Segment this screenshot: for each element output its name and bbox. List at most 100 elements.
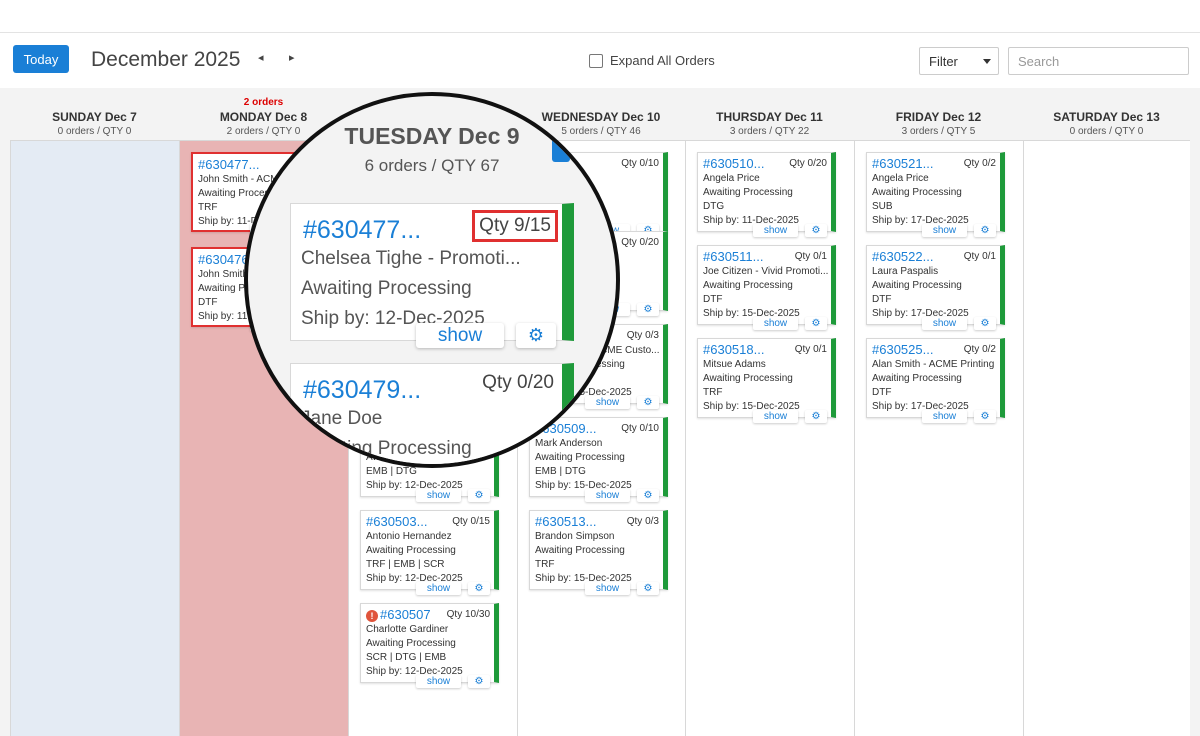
- zoom-order-card[interactable]: #630479... Qty 0/20 Jane Doe Awaiting Pr…: [290, 363, 574, 464]
- order-card[interactable]: #630513... Qty 0/3 Brandon Simpson Awaiting…: [529, 510, 668, 595]
- order-status: Awaiting Processing: [703, 280, 793, 291]
- gear-icon[interactable]: ⚙: [805, 317, 827, 330]
- decoration-methods: DTF: [703, 294, 723, 305]
- caret-down-icon: [983, 59, 991, 64]
- decoration-methods: DTF: [872, 387, 892, 398]
- show-button[interactable]: show: [585, 582, 630, 595]
- gear-icon[interactable]: ⚙: [974, 410, 996, 423]
- order-qty: Qty 0/2: [963, 158, 996, 169]
- order-number[interactable]: #630479...: [303, 376, 421, 405]
- day-name: SATURDAY Dec 13: [1053, 110, 1160, 124]
- show-button[interactable]: show: [416, 675, 461, 688]
- show-button[interactable]: show: [585, 489, 630, 502]
- order-number[interactable]: #630525...: [872, 342, 933, 357]
- next-arrow-icon[interactable]: ▸: [289, 51, 295, 64]
- day-name: WEDNESDAY Dec 10: [541, 110, 661, 124]
- decoration-methods: SCR | DTG | EMB: [366, 652, 447, 663]
- order-status: Awaiting Processing: [872, 373, 962, 384]
- day-name: THURSDAY Dec 11: [716, 110, 823, 124]
- today-button[interactable]: Today: [13, 45, 69, 73]
- day-header: THURSDAY Dec 11 3 orders / QTY 22: [685, 88, 854, 140]
- gear-icon[interactable]: ⚙: [516, 323, 556, 348]
- alert-icon: !: [366, 610, 378, 622]
- decoration-methods: EMB | DTG: [366, 466, 417, 477]
- gear-icon[interactable]: ⚙: [805, 410, 827, 423]
- filter-select[interactable]: Filter: [919, 47, 999, 75]
- order-card[interactable]: #630510... Qty 0/20 Angela Price Awaiting P…: [697, 152, 836, 237]
- day-column: [1023, 140, 1190, 736]
- order-status: Awaiting Processing: [872, 280, 962, 291]
- gear-icon[interactable]: ⚙: [637, 303, 659, 316]
- decoration-methods: TRF: [535, 559, 555, 570]
- search-input[interactable]: Search: [1008, 47, 1189, 75]
- order-qty: Qty 0/15: [452, 516, 490, 527]
- gear-icon[interactable]: ⚙: [637, 489, 659, 502]
- top-strip: [0, 0, 1200, 33]
- show-button[interactable]: show: [585, 396, 630, 409]
- customer-name: Brandon Simpson: [535, 531, 615, 542]
- day-header: FRIDAY Dec 12 3 orders / QTY 5: [854, 88, 1023, 140]
- customer-name: Angela Price: [872, 173, 929, 184]
- order-number[interactable]: #630510...: [703, 156, 764, 171]
- order-card[interactable]: #630522... Qty 0/1 Laura Paspalis Awaiting …: [866, 245, 1005, 330]
- gear-icon[interactable]: ⚙: [637, 582, 659, 595]
- order-status: Awaiting Processing: [366, 638, 456, 649]
- show-button[interactable]: show: [416, 582, 461, 595]
- show-button[interactable]: show: [922, 410, 967, 423]
- order-number[interactable]: #630518...: [703, 342, 764, 357]
- order-number[interactable]: #630521...: [872, 156, 933, 171]
- calendar-week: SUNDAY Dec 7 0 orders / QTY 0 2 orders MOND…: [0, 88, 1200, 736]
- order-number[interactable]: #630503...: [366, 514, 427, 529]
- order-number[interactable]: #630513...: [535, 514, 596, 529]
- order-status: Awaiting Processing: [872, 187, 962, 198]
- expand-all-checkbox[interactable]: [589, 53, 603, 68]
- day-name: SUNDAY Dec 7: [52, 110, 137, 124]
- order-card[interactable]: #630521... Qty 0/2 Angela Price Awaiting Pr…: [866, 152, 1005, 237]
- customer-name: Antonio Hernandez: [366, 531, 452, 542]
- gear-icon[interactable]: ⚙: [974, 224, 996, 237]
- show-button[interactable]: show: [753, 224, 798, 237]
- decoration-methods: TRF | EMB | SCR: [366, 559, 445, 570]
- order-number[interactable]: #630522...: [872, 249, 933, 264]
- customer-name: Jane Doe: [301, 408, 383, 429]
- show-button[interactable]: show: [416, 323, 504, 348]
- gear-icon[interactable]: ⚙: [468, 675, 490, 688]
- gear-icon[interactable]: ⚙: [974, 317, 996, 330]
- show-button[interactable]: show: [416, 489, 461, 502]
- show-button[interactable]: show: [753, 410, 798, 423]
- order-status: Awaiting Processing: [703, 373, 793, 384]
- order-qty: Qty 0/20: [482, 372, 554, 393]
- show-button[interactable]: show: [922, 224, 967, 237]
- gear-icon[interactable]: ⚙: [637, 396, 659, 409]
- show-button[interactable]: show: [753, 317, 798, 330]
- customer-name: Alan Smith - ACME Printing: [872, 359, 995, 370]
- order-card[interactable]: #630518... Qty 0/1 Mitsue Adams Awaiting Pr…: [697, 338, 836, 423]
- customer-name: Laura Paspalis: [872, 266, 939, 277]
- day-header: SATURDAY Dec 13 0 orders / QTY 0: [1023, 88, 1190, 140]
- decoration-methods: DTG: [703, 201, 725, 212]
- order-qty: Qty 0/20: [621, 237, 659, 248]
- prev-arrow-icon[interactable]: ◂: [258, 51, 264, 64]
- expand-all-toggle[interactable]: Expand All Orders: [589, 53, 715, 68]
- day-summary: 0 orders / QTY 0: [1069, 126, 1144, 137]
- order-card[interactable]: #630503... Qty 0/15 Antonio Hernandez Await…: [360, 510, 499, 595]
- customer-name: Joe Citizen - Vivid Promoti...: [703, 266, 829, 277]
- order-card[interactable]: ! #630507 Qty 10/30 Charlotte Gardiner Await…: [360, 603, 499, 688]
- order-number[interactable]: #630511...: [703, 249, 763, 264]
- order-qty: Qty 0/3: [626, 330, 659, 341]
- order-qty: Qty 0/2: [963, 344, 996, 355]
- gear-icon[interactable]: ⚙: [805, 224, 827, 237]
- gear-icon[interactable]: ⚙: [468, 489, 490, 502]
- day-name: MONDAY Dec 8: [219, 110, 308, 124]
- order-number[interactable]: #630507: [380, 607, 431, 622]
- order-card[interactable]: #630525... Qty 0/2 Alan Smith - ACME Print…: [866, 338, 1005, 423]
- order-number[interactable]: #630477...: [303, 216, 421, 245]
- expand-all-label: Expand All Orders: [610, 53, 715, 68]
- decoration-methods: DTF: [198, 297, 218, 308]
- zoom-order-card[interactable]: #630477... Qty 9/15 Chelsea Tighe - Prom…: [290, 203, 574, 348]
- show-button[interactable]: show: [922, 317, 967, 330]
- order-card[interactable]: #630511... Qty 0/1 Joe Citizen - Vivid Pro…: [697, 245, 836, 330]
- decoration-methods: DTF: [872, 294, 892, 305]
- month-title: December 2025: [91, 48, 241, 71]
- gear-icon[interactable]: ⚙: [468, 582, 490, 595]
